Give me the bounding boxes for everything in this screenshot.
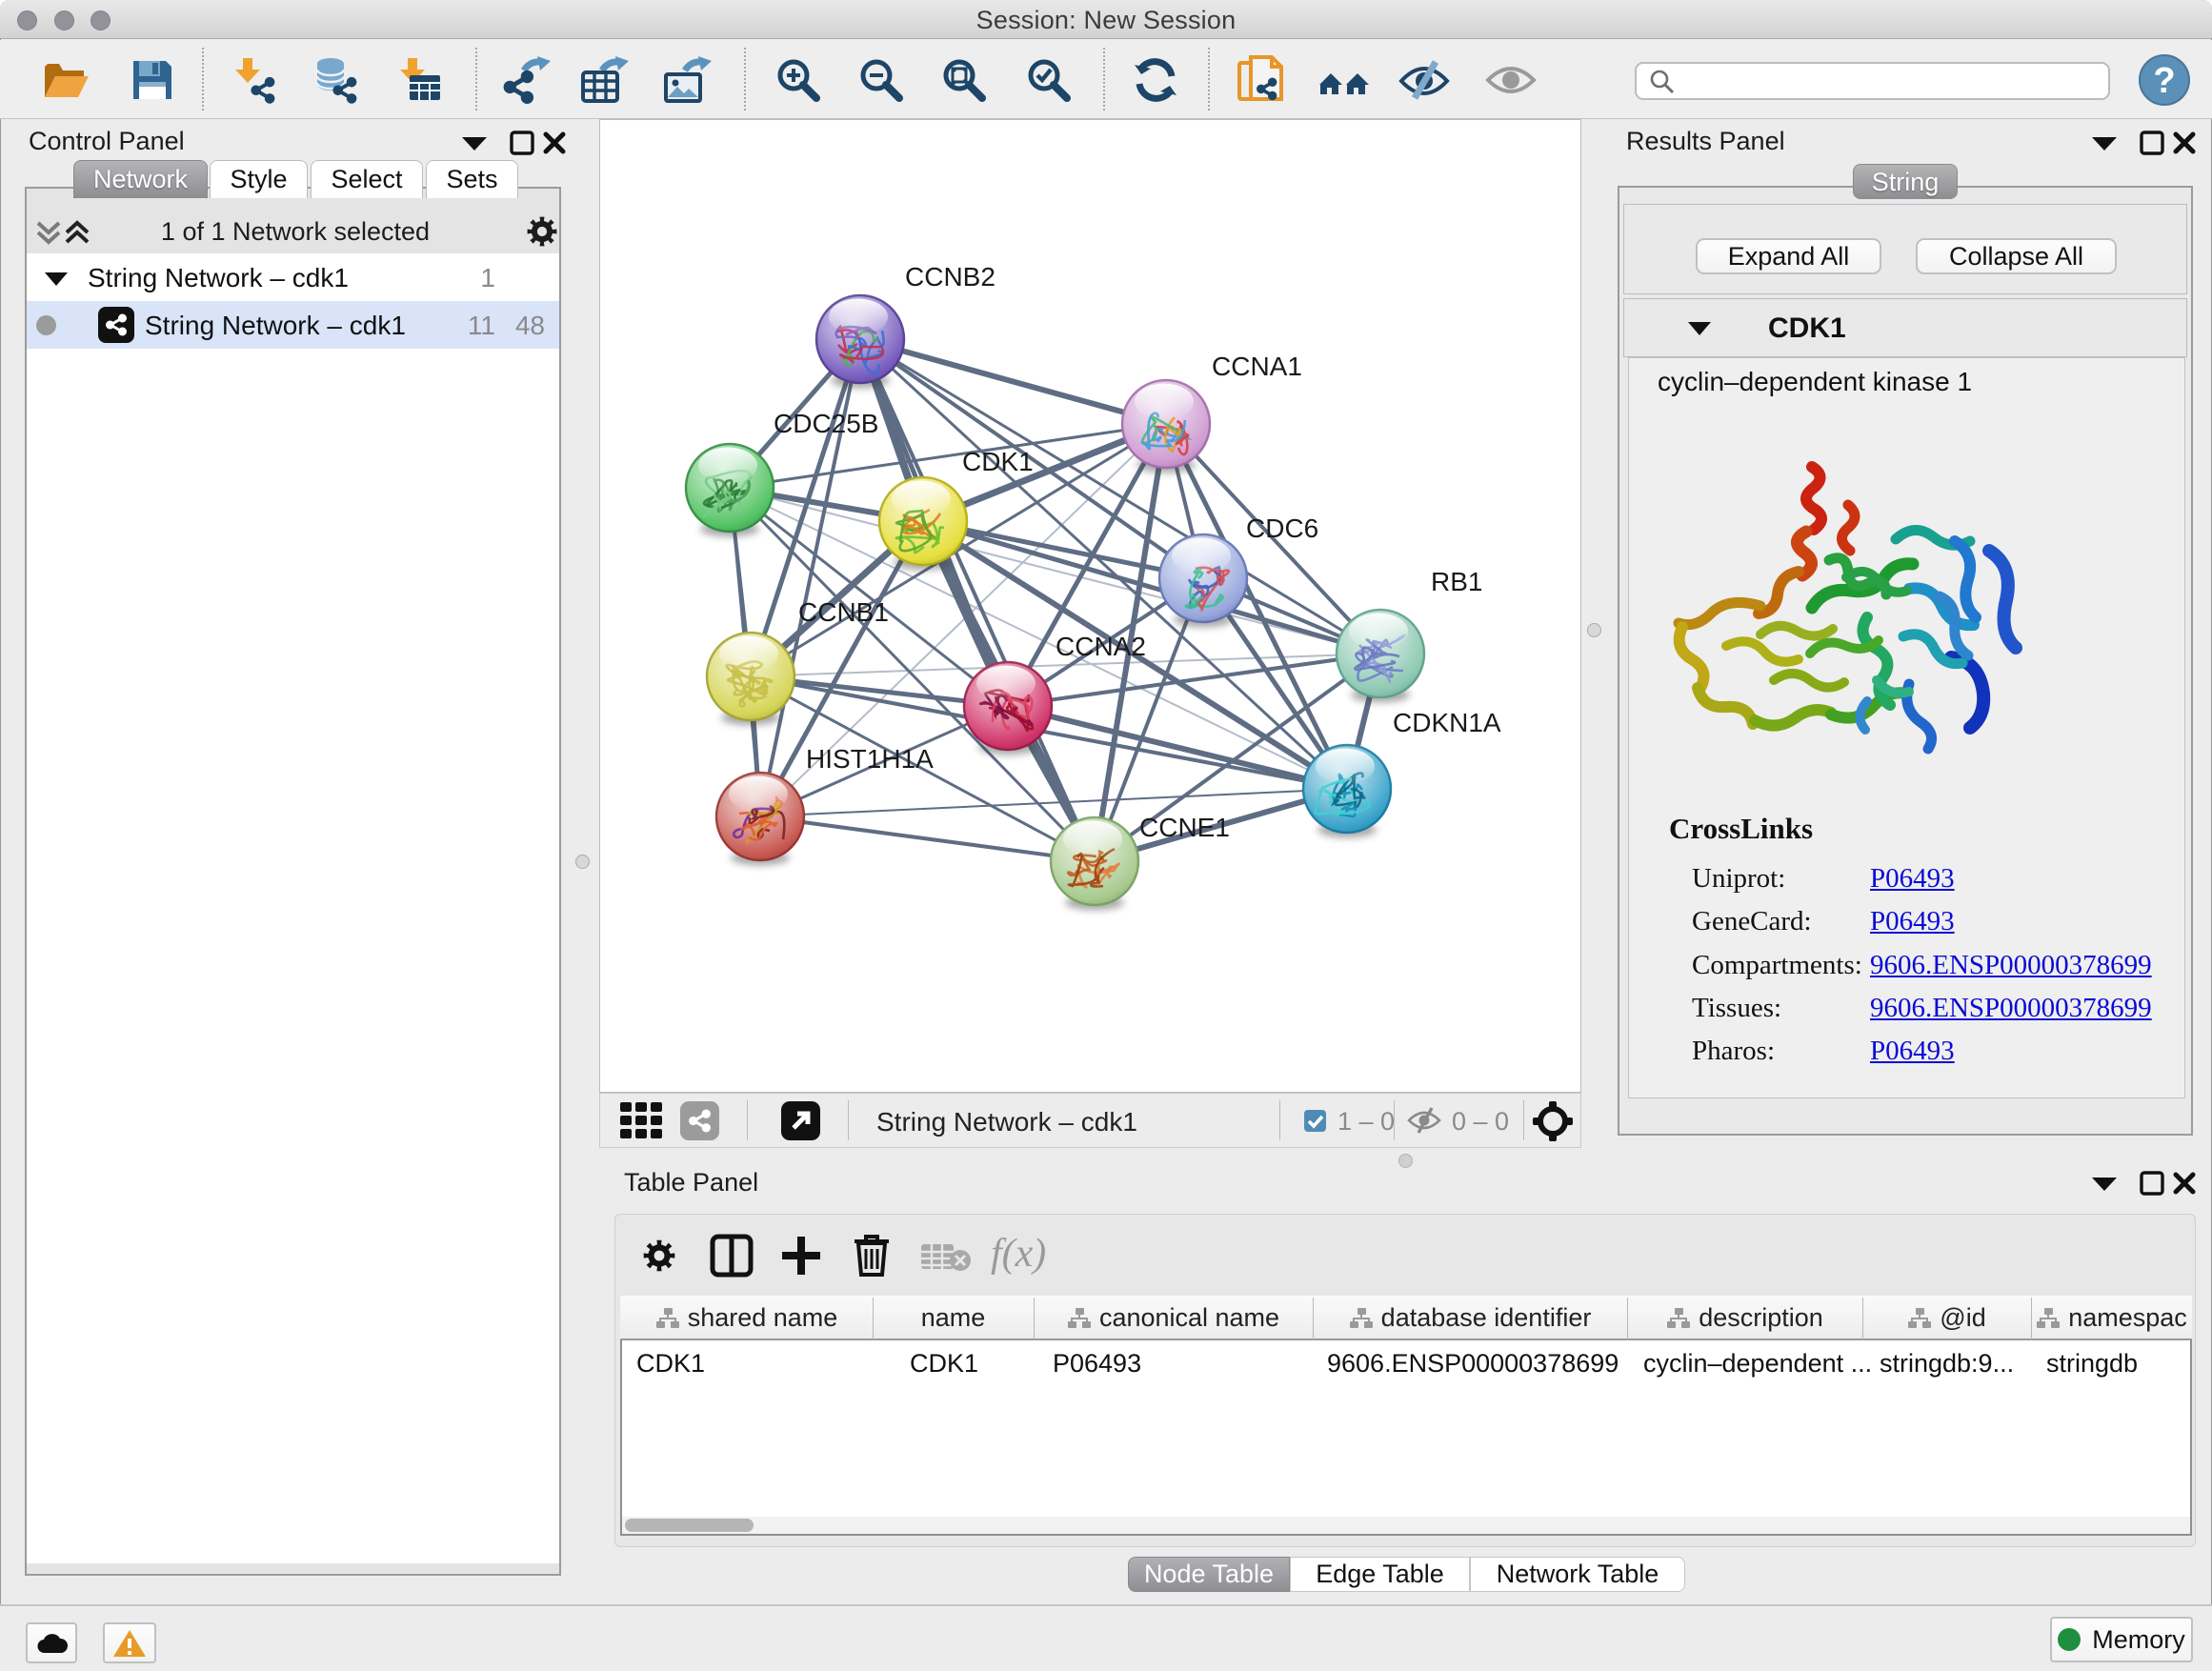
svg-text:CDKN1A: CDKN1A xyxy=(1393,708,1501,737)
svg-text:CDC6: CDC6 xyxy=(1246,513,1318,543)
svg-text:CCNA1: CCNA1 xyxy=(1212,352,1302,381)
svg-text:CCNA2: CCNA2 xyxy=(1056,632,1146,661)
svg-text:CDK1: CDK1 xyxy=(962,447,1034,476)
svg-text:CCNB1: CCNB1 xyxy=(798,597,889,627)
svg-text:CCNB2: CCNB2 xyxy=(905,262,995,292)
svg-text:RB1: RB1 xyxy=(1431,567,1482,596)
svg-text:CDC25B: CDC25B xyxy=(774,409,878,438)
svg-text:HIST1H1A: HIST1H1A xyxy=(806,744,934,774)
svg-text:CCNE1: CCNE1 xyxy=(1139,813,1230,842)
